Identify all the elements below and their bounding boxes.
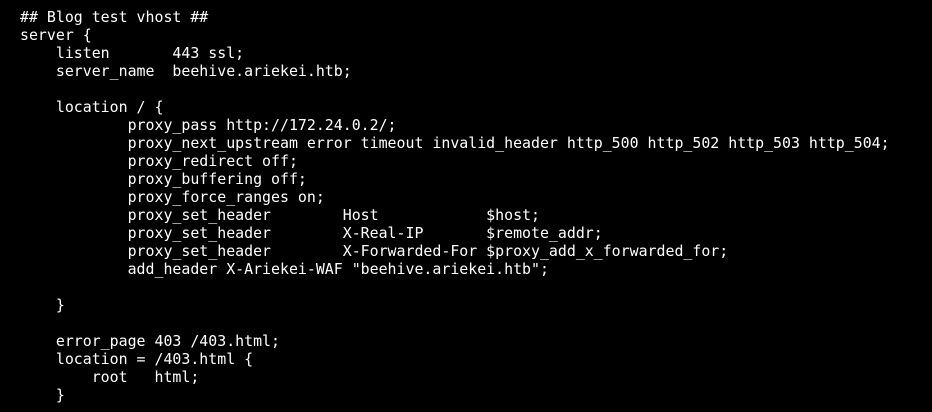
code-line: root html; (20, 368, 200, 386)
code-line: proxy_redirect off; (20, 152, 298, 170)
code-line: proxy_set_header Host $host; (20, 206, 540, 224)
code-line: proxy_pass http://172.24.0.2/; (20, 116, 397, 134)
code-line: } (20, 386, 65, 404)
code-line: location / { (20, 98, 164, 116)
code-line: server_name beehive.ariekei.htb; (20, 62, 352, 80)
terminal-output: ## Blog test vhost ## server { listen 44… (0, 0, 932, 412)
code-line: proxy_set_header X-Forwarded-For $proxy_… (20, 242, 729, 260)
code-line: proxy_buffering off; (20, 170, 307, 188)
code-line: proxy_set_header X-Real-IP $remote_addr; (20, 224, 603, 242)
code-line: proxy_next_upstream error timeout invali… (20, 134, 890, 152)
code-line: location = /403.html { (20, 350, 254, 368)
code-line: ## Blog test vhost ## (20, 8, 209, 26)
code-line: error_page 403 /403.html; (20, 332, 280, 350)
code-line: } (20, 296, 65, 314)
code-line: server { (20, 26, 92, 44)
code-line: add_header X-Ariekei-WAF "beehive.arieke… (20, 260, 549, 278)
code-line: listen 443 ssl; (20, 44, 245, 62)
code-line: proxy_force_ranges on; (20, 188, 325, 206)
